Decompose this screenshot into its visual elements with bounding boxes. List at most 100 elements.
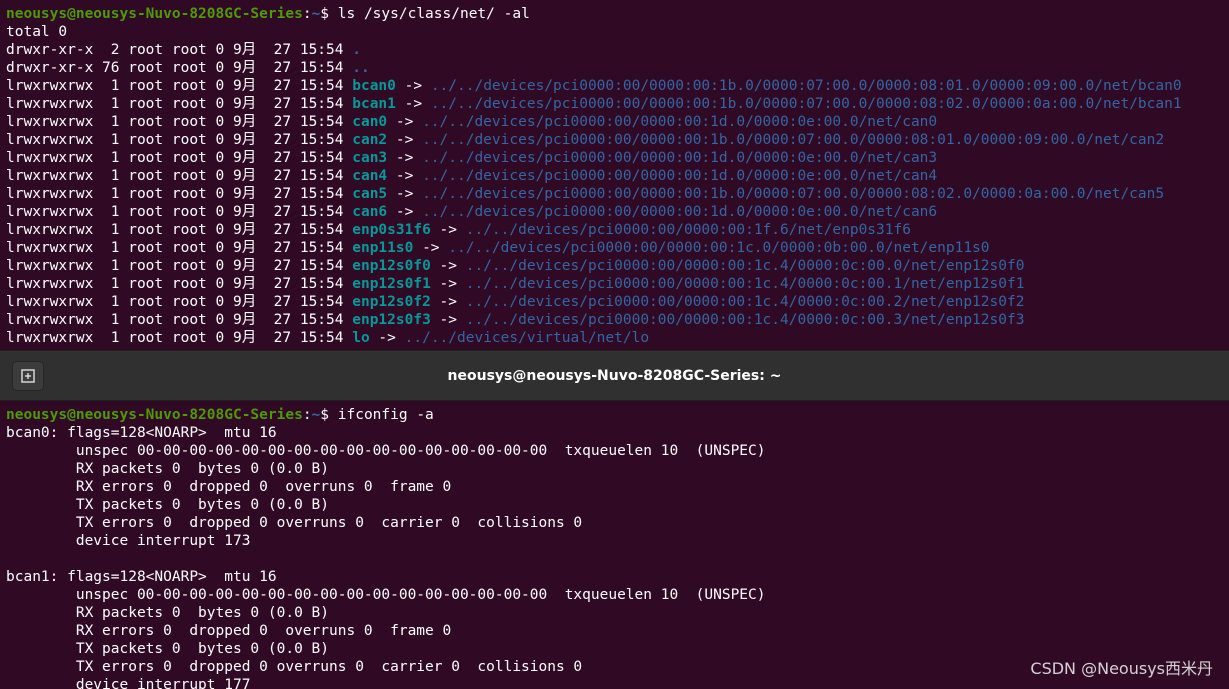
ls-row: lrwxrwxrwx 1 root root 0 9月 27 15:54 enp… xyxy=(6,221,1229,239)
ls-row-target: ../../devices/virtual/net/lo xyxy=(404,330,650,346)
ls-row-arrow: -> xyxy=(369,330,405,346)
ls-row-arrow: -> xyxy=(430,294,466,310)
ifconfig-line: unspec 00-00-00-00-00-00-00-00-00-00-00-… xyxy=(6,587,766,603)
ls-row-meta: lrwxrwxrwx 1 root root 0 9月 27 15:54 xyxy=(6,204,353,220)
ls-row-meta: lrwxrwxrwx 1 root root 0 9月 27 15:54 xyxy=(6,132,353,148)
ls-row-name: can4 xyxy=(352,168,388,184)
ls-row: lrwxrwxrwx 1 root root 0 9月 27 15:54 enp… xyxy=(6,293,1229,311)
ls-row-target: ../../devices/pci0000:00/0000:00:1d.0/00… xyxy=(422,168,938,184)
ls-row-target: ../../devices/pci0000:00/0000:00:1d.0/00… xyxy=(422,114,938,130)
ls-row-name: can5 xyxy=(352,186,388,202)
ls-row-meta: lrwxrwxrwx 1 root root 0 9月 27 15:54 xyxy=(6,294,353,310)
prompt-path: ~ xyxy=(311,407,321,423)
ls-row: lrwxrwxrwx 1 root root 0 9月 27 15:54 can… xyxy=(6,203,1229,221)
ls-row-name: enp12s0f1 xyxy=(352,276,431,292)
terminal-output-top: neousys@neousys-Nuvo-8208GC-Series:~$ ls… xyxy=(6,5,1229,347)
ls-row-arrow: -> xyxy=(430,276,466,292)
ls-row-name: can3 xyxy=(352,150,388,166)
ls-row-name: enp12s0f0 xyxy=(352,258,431,274)
ls-row-target: ../../devices/pci0000:00/0000:00:1d.0/00… xyxy=(422,150,938,166)
ls-row-target: ../../devices/pci0000:00/0000:00:1f.6/ne… xyxy=(465,222,911,238)
ls-row-arrow: -> xyxy=(387,114,423,130)
ifconfig-line: RX packets 0 bytes 0 (0.0 B) xyxy=(6,461,330,477)
prompt-dollar: $ xyxy=(320,6,338,22)
ifconfig-line: TX packets 0 bytes 0 (0.0 B) xyxy=(6,497,330,513)
ls-row-target: ../../devices/pci0000:00/0000:00:1c.4/00… xyxy=(465,312,1025,328)
ls-row: drwxr-xr-x 2 root root 0 9月 27 15:54 . xyxy=(6,41,1229,59)
ls-row: lrwxrwxrwx 1 root root 0 9月 27 15:54 can… xyxy=(6,113,1229,131)
window-titlebar[interactable]: neousys@neousys-Nuvo-8208GC-Series: ~ xyxy=(0,350,1229,401)
ls-row-meta: lrwxrwxrwx 1 root root 0 9月 27 15:54 xyxy=(6,186,353,202)
ls-row-name: enp12s0f3 xyxy=(352,312,431,328)
ls-row-target: ../../devices/pci0000:00/0000:00:1b.0/00… xyxy=(430,78,1182,94)
ls-row-arrow: -> xyxy=(430,312,466,328)
ls-row-name: can2 xyxy=(352,132,388,148)
ls-row-meta: drwxr-xr-x 2 root root 0 9月 27 15:54 xyxy=(6,42,353,58)
prompt-colon: : xyxy=(302,407,312,423)
ls-row-arrow: -> xyxy=(430,222,466,238)
ls-row-target: ../../devices/pci0000:00/0000:00:1c.4/00… xyxy=(465,294,1025,310)
ifconfig-line: unspec 00-00-00-00-00-00-00-00-00-00-00-… xyxy=(6,443,766,459)
terminal-output-bottom: neousys@neousys-Nuvo-8208GC-Series:~$ if… xyxy=(6,406,1229,689)
command-text: ifconfig -a xyxy=(337,407,434,423)
ls-row: lrwxrwxrwx 1 root root 0 9月 27 15:54 enp… xyxy=(6,275,1229,293)
ls-row-meta: lrwxrwxrwx 1 root root 0 9月 27 15:54 xyxy=(6,150,353,166)
prompt-dollar: $ xyxy=(320,407,338,423)
ls-row: lrwxrwxrwx 1 root root 0 9月 27 15:54 can… xyxy=(6,167,1229,185)
ls-row-meta: lrwxrwxrwx 1 root root 0 9月 27 15:54 xyxy=(6,258,353,274)
ls-row-arrow: -> xyxy=(395,96,431,112)
ls-row: lrwxrwxrwx 1 root root 0 9月 27 15:54 can… xyxy=(6,185,1229,203)
prompt-user: neousys@neousys-Nuvo-8208GC-Series xyxy=(6,407,303,423)
ls-row-meta: lrwxrwxrwx 1 root root 0 9月 27 15:54 xyxy=(6,168,353,184)
ls-row-target: ../../devices/pci0000:00/0000:00:1b.0/00… xyxy=(422,186,1165,202)
ls-row-target: ../../devices/pci0000:00/0000:00:1b.0/00… xyxy=(430,96,1182,112)
ls-row-name: enp11s0 xyxy=(352,240,414,256)
ls-row: lrwxrwxrwx 1 root root 0 9月 27 15:54 bca… xyxy=(6,95,1229,113)
ls-row-target: ../../devices/pci0000:00/0000:00:1d.0/00… xyxy=(422,204,938,220)
prompt-path: ~ xyxy=(311,6,321,22)
csdn-watermark: CSDN @Neousys西米丹 xyxy=(1030,659,1213,678)
ls-row-meta: lrwxrwxrwx 1 root root 0 9月 27 15:54 xyxy=(6,96,353,112)
command-text: ls /sys/class/net/ -al xyxy=(337,6,530,22)
ls-row-name: bcan0 xyxy=(352,78,396,94)
ls-row-meta: lrwxrwxrwx 1 root root 0 9月 27 15:54 xyxy=(6,312,353,328)
prompt-line: neousys@neousys-Nuvo-8208GC-Series:~$ ls… xyxy=(6,5,1229,23)
ls-row-name: enp12s0f2 xyxy=(352,294,431,310)
ls-row: drwxr-xr-x 76 root root 0 9月 27 15:54 .. xyxy=(6,59,1229,77)
ls-row-meta: lrwxrwxrwx 1 root root 0 9月 27 15:54 xyxy=(6,276,353,292)
ifconfig-line: RX packets 0 bytes 0 (0.0 B) xyxy=(6,605,330,621)
ls-row-name: enp0s31f6 xyxy=(352,222,431,238)
ls-row-meta: drwxr-xr-x 76 root root 0 9月 27 15:54 xyxy=(6,60,353,76)
ls-row-target: ../../devices/pci0000:00/0000:00:1c.4/00… xyxy=(465,276,1025,292)
ls-row-arrow: -> xyxy=(387,132,423,148)
ls-row-arrow: -> xyxy=(387,168,423,184)
ls-row: lrwxrwxrwx 1 root root 0 9月 27 15:54 enp… xyxy=(6,311,1229,329)
ifconfig-output: bcan0: flags=128<NOARP> mtu 16 unspec 00… xyxy=(6,424,1229,689)
ls-row-target: ../../devices/pci0000:00/0000:00:1c.0/00… xyxy=(448,240,990,256)
ls-listing: drwxr-xr-x 2 root root 0 9月 27 15:54 . dr… xyxy=(6,41,1229,347)
ifconfig-line: RX errors 0 dropped 0 overruns 0 frame 0 xyxy=(6,479,452,495)
ls-row: lrwxrwxrwx 1 root root 0 9月 27 15:54 can… xyxy=(6,131,1229,149)
ifconfig-line xyxy=(6,550,1229,568)
ifconfig-line: bcan1: flags=128<NOARP> mtu 16 xyxy=(6,569,277,585)
ls-row: lrwxrwxrwx 1 root root 0 9月 27 15:54 enp… xyxy=(6,257,1229,275)
ls-row-meta: lrwxrwxrwx 1 root root 0 9月 27 15:54 xyxy=(6,240,353,256)
ls-row-name: bcan1 xyxy=(352,96,396,112)
ls-row-name: lo xyxy=(352,330,370,346)
ls-row-name: can0 xyxy=(352,114,388,130)
ls-row-arrow: -> xyxy=(430,258,466,274)
terminal-pane-top[interactable]: neousys@neousys-Nuvo-8208GC-Series:~$ ls… xyxy=(0,0,1229,350)
terminal-pane-bottom[interactable]: neousys@neousys-Nuvo-8208GC-Series:~$ if… xyxy=(0,401,1229,689)
ifconfig-line: RX errors 0 dropped 0 overruns 0 frame 0 xyxy=(6,623,452,639)
ls-row-target: ../../devices/pci0000:00/0000:00:1b.0/00… xyxy=(422,132,1165,148)
ls-row-name: .. xyxy=(352,60,370,76)
ls-row: lrwxrwxrwx 1 root root 0 9月 27 15:54 enp… xyxy=(6,239,1229,257)
ls-row-name: . xyxy=(352,42,361,58)
ls-row-name: can6 xyxy=(352,204,388,220)
total-line: total 0 xyxy=(6,24,68,40)
window-title: neousys@neousys-Nuvo-8208GC-Series: ~ xyxy=(447,368,782,384)
ls-row-arrow: -> xyxy=(387,204,423,220)
ls-row: lrwxrwxrwx 1 root root 0 9月 27 15:54 lo … xyxy=(6,329,1229,347)
ls-row: lrwxrwxrwx 1 root root 0 9月 27 15:54 can… xyxy=(6,149,1229,167)
prompt-user: neousys@neousys-Nuvo-8208GC-Series xyxy=(6,6,303,22)
